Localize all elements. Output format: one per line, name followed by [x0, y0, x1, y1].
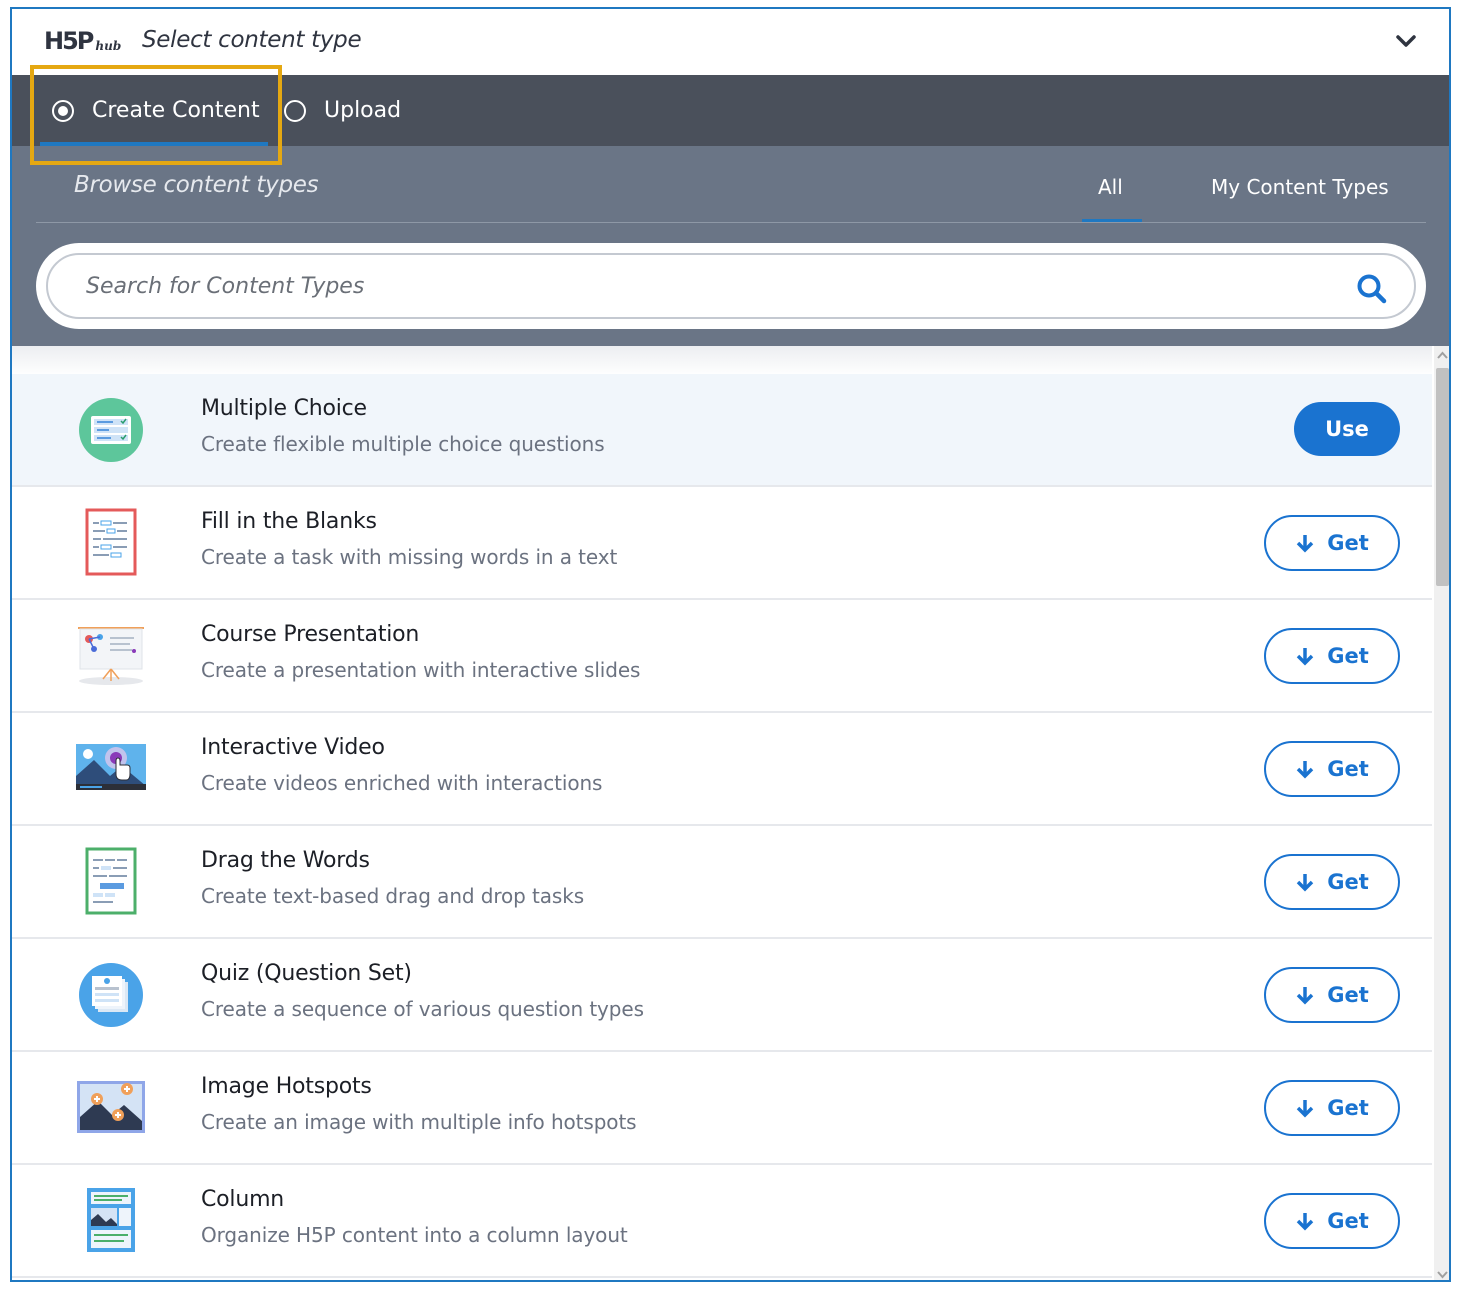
- download-arrow-icon: [1296, 648, 1314, 666]
- get-button[interactable]: Get: [1264, 741, 1400, 797]
- get-button-label: Get: [1327, 870, 1369, 894]
- search-box: [46, 253, 1416, 319]
- item-title: Course Presentation: [201, 622, 420, 647]
- scroll-down-arrow-icon[interactable]: [1437, 1270, 1448, 1280]
- list-item[interactable]: Drag the Words Create text-based drag an…: [12, 826, 1432, 939]
- item-description: Create text-based drag and drop tasks: [201, 884, 585, 908]
- item-description: Create a task with missing words in a te…: [201, 545, 618, 569]
- get-button-label: Get: [1327, 644, 1369, 668]
- radio-unchecked-icon: [284, 99, 306, 122]
- list-scrollbar[interactable]: [1434, 346, 1449, 1280]
- get-button-label: Get: [1327, 757, 1369, 781]
- chevron-down-icon[interactable]: [1395, 33, 1417, 49]
- get-button[interactable]: Get: [1264, 1193, 1400, 1249]
- quiz-icon: [79, 963, 143, 1027]
- course-presentation-icon: [78, 627, 144, 685]
- h5p-hub-panel: H5P hub Select content type Create Conte…: [10, 7, 1451, 1282]
- drag-the-words-icon: [85, 847, 137, 915]
- header-title: Select content type: [142, 27, 362, 53]
- item-description: Create flexible multiple choice question…: [201, 432, 605, 456]
- download-arrow-icon: [1296, 987, 1314, 1005]
- item-title: Multiple Choice: [201, 396, 367, 421]
- radio-checked-icon: [52, 99, 74, 122]
- list-item[interactable]: Fill in the Blanks Create a task with mi…: [12, 487, 1432, 600]
- item-description: Create a sequence of various question ty…: [201, 997, 644, 1021]
- multiple-choice-icon: [79, 398, 143, 462]
- list-item[interactable]: Quiz (Question Set) Create a sequence of…: [12, 939, 1432, 1052]
- get-button[interactable]: Get: [1264, 515, 1400, 571]
- item-title: Quiz (Question Set): [201, 961, 412, 986]
- logo-h5p-text: H5P: [44, 27, 94, 55]
- divider: [36, 222, 1426, 223]
- get-button[interactable]: Get: [1264, 854, 1400, 910]
- item-description: Create a presentation with interactive s…: [201, 658, 641, 682]
- item-title: Drag the Words: [201, 848, 370, 873]
- list-item[interactable]: Multiple Choice Create flexible multiple…: [12, 374, 1432, 487]
- browse-section: Browse content types All My Content Type…: [12, 146, 1449, 346]
- tab-create-content[interactable]: Create Content: [52, 75, 260, 146]
- get-button[interactable]: Get: [1264, 1080, 1400, 1136]
- search-container: [36, 243, 1426, 329]
- search-input[interactable]: [86, 273, 1286, 299]
- panel-tabs: Create Content Upload: [12, 75, 1449, 146]
- interactive-video-icon: [76, 744, 146, 790]
- list-item[interactable]: Column Organize H5P content into a colum…: [12, 1165, 1432, 1278]
- get-button-label: Get: [1327, 531, 1369, 555]
- tab-upload-label: Upload: [324, 98, 402, 123]
- filter-tab-all[interactable]: All: [1098, 175, 1123, 199]
- download-arrow-icon: [1296, 761, 1314, 779]
- download-arrow-icon: [1296, 874, 1314, 892]
- hub-header[interactable]: H5P hub Select content type: [12, 9, 1449, 75]
- get-button-label: Get: [1327, 1096, 1369, 1120]
- scroll-up-arrow-icon[interactable]: [1437, 350, 1448, 360]
- item-title: Fill in the Blanks: [201, 509, 377, 534]
- search-icon[interactable]: [1356, 273, 1388, 305]
- list-shadow: [12, 346, 1432, 376]
- column-icon: [87, 1188, 135, 1252]
- fill-in-the-blanks-icon: [85, 508, 137, 576]
- item-title: Column: [201, 1187, 285, 1212]
- h5p-hub-logo: H5P hub: [44, 29, 121, 53]
- get-button-label: Get: [1327, 983, 1369, 1007]
- get-button-label: Get: [1327, 1209, 1369, 1233]
- logo-hub-text: hub: [95, 39, 122, 53]
- list-item[interactable]: Interactive Video Create videos enriched…: [12, 713, 1432, 826]
- use-button[interactable]: Use: [1294, 402, 1400, 456]
- image-hotspots-icon: [77, 1081, 145, 1133]
- list-item[interactable]: Image Hotspots Create an image with mult…: [12, 1052, 1432, 1165]
- filter-tab-my-content-types[interactable]: My Content Types: [1211, 175, 1389, 199]
- get-button[interactable]: Get: [1264, 628, 1400, 684]
- list-item[interactable]: Course Presentation Create a presentatio…: [12, 600, 1432, 713]
- content-type-list: Multiple Choice Create flexible multiple…: [12, 346, 1432, 1280]
- scroll-thumb[interactable]: [1436, 368, 1449, 586]
- tab-create-label: Create Content: [92, 98, 260, 123]
- tab-upload[interactable]: Upload: [284, 75, 401, 146]
- download-arrow-icon: [1296, 535, 1314, 553]
- item-description: Create videos enriched with interactions: [201, 771, 603, 795]
- download-arrow-icon: [1296, 1100, 1314, 1118]
- item-description: Organize H5P content into a column layou…: [201, 1223, 628, 1247]
- item-title: Interactive Video: [201, 735, 385, 760]
- item-description: Create an image with multiple info hotsp…: [201, 1110, 637, 1134]
- browse-title: Browse content types: [74, 172, 319, 198]
- download-arrow-icon: [1296, 1213, 1314, 1231]
- get-button[interactable]: Get: [1264, 967, 1400, 1023]
- item-title: Image Hotspots: [201, 1074, 372, 1099]
